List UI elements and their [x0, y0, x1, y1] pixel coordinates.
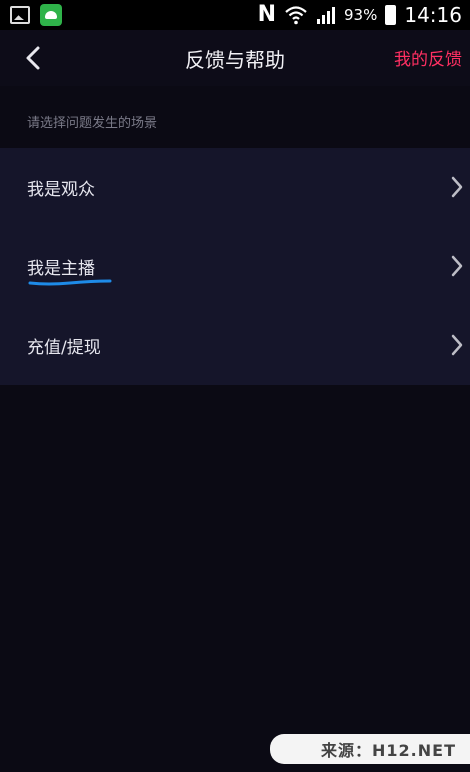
chevron-right-icon: [451, 255, 463, 277]
gallery-icon: [10, 6, 30, 24]
chevron-right-icon: [451, 334, 463, 356]
battery-percentage: 93%: [344, 6, 378, 24]
list-item-audience[interactable]: 我是观众: [0, 148, 470, 227]
list-item-label: 我是主播: [27, 259, 95, 279]
source-watermark: 来源：H12.NET: [270, 734, 470, 764]
list-item-label: 我是观众: [27, 180, 95, 200]
section-hint: 请选择问题发生的场景: [27, 116, 158, 131]
clock: 14:16: [404, 3, 462, 27]
status-bar: N 93% 14:16: [0, 0, 470, 30]
top-nav-bar: 反馈与帮助 我的反馈: [0, 30, 470, 86]
status-right: N 93% 14:16: [258, 3, 470, 27]
annotation-underline: [28, 279, 112, 286]
battery-icon: [385, 5, 397, 25]
list-item-streamer[interactable]: 我是主播: [0, 227, 470, 306]
scene-list: 我是观众 我是主播 充值/提现: [0, 148, 470, 385]
signal-icon: [317, 7, 336, 24]
app-notification-icon: [40, 4, 62, 26]
status-left: [0, 4, 62, 26]
nfc-icon: N: [257, 2, 277, 27]
list-item-recharge-withdraw[interactable]: 充值/提现: [0, 306, 470, 385]
my-feedback-button[interactable]: 我的反馈: [394, 45, 462, 70]
list-item-label: 充值/提现: [27, 338, 101, 358]
wifi-icon: [285, 6, 307, 25]
chevron-right-icon: [451, 176, 463, 198]
